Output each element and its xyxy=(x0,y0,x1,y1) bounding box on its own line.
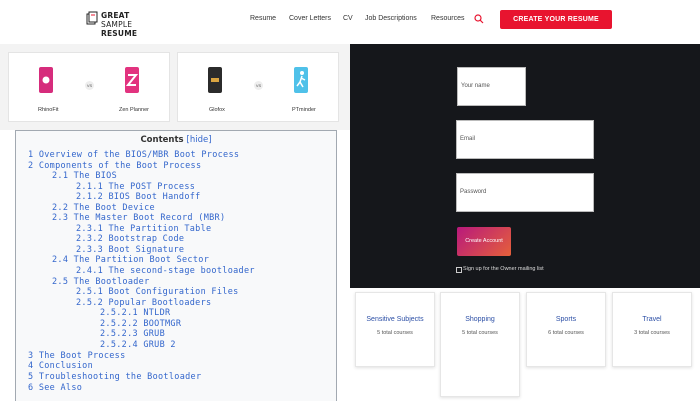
toc-item[interactable]: 3 The Boot Process xyxy=(28,351,126,361)
site-logo[interactable]: GREAT SAMPLE RESUME xyxy=(86,10,166,38)
toc-item[interactable]: 2 Components of the Boot Process xyxy=(28,161,201,171)
nav-resources[interactable]: Resources xyxy=(431,15,464,22)
zen-icon xyxy=(125,74,139,86)
comparison-right-name: PTminder xyxy=(292,107,316,113)
toc-heading: Contents [hide] xyxy=(16,135,336,145)
rhino-icon xyxy=(42,76,50,84)
glofox-logo xyxy=(208,67,222,93)
subject-title: Travel xyxy=(642,316,662,323)
create-resume-button[interactable]: CREATE YOUR RESUME xyxy=(500,10,612,29)
toc-item[interactable]: 2.5.2.2 BOOTMGR xyxy=(100,319,181,329)
logo-line2a: SAMPLE xyxy=(101,20,133,29)
subject-card-sports[interactable]: Sports 6 total courses xyxy=(526,292,606,367)
rhinofit-logo xyxy=(39,67,53,93)
comparison-right-name: Zen Planner xyxy=(119,107,149,113)
ptminder-logo xyxy=(294,67,308,93)
toc-item[interactable]: 2.3.2 Bootstrap Code xyxy=(76,234,184,244)
table-of-contents: Contents [hide] 1 Overview of the BIOS/M… xyxy=(15,130,337,401)
password-field[interactable]: Password xyxy=(456,173,594,212)
logo-text: GREAT SAMPLE RESUME xyxy=(101,11,166,38)
comparison-left-name: RhinoFit xyxy=(38,107,59,113)
toc-item[interactable]: 2.5.1 Boot Configuration Files xyxy=(76,287,239,297)
password-placeholder: Password xyxy=(460,189,487,195)
comparison-left-name: Glofox xyxy=(209,107,225,113)
toc-item[interactable]: 2.5.2.3 GRUB xyxy=(100,329,165,339)
toc-item[interactable]: 4 Conclusion xyxy=(28,361,93,371)
toc-title: Contents xyxy=(140,135,184,145)
toc-item[interactable]: 2.5.2 Popular Bootloaders xyxy=(76,298,211,308)
zenplanner-logo xyxy=(125,67,139,93)
subject-count: 3 total courses xyxy=(634,330,670,336)
toc-item[interactable]: 2.3.1 The Partition Table xyxy=(76,224,211,234)
toc-item[interactable]: 2.5.2.1 NTLDR xyxy=(100,308,170,318)
vs-badge: VS xyxy=(85,81,94,90)
glofox-icon xyxy=(211,78,219,82)
toc-hide-link[interactable]: [hide] xyxy=(187,135,212,145)
subject-title: Shopping xyxy=(465,316,495,323)
toc-item[interactable]: 2.1.1 The POST Process xyxy=(76,182,195,192)
subject-card-sensitive-subjects[interactable]: Sensitive Subjects 5 total courses xyxy=(355,292,435,367)
toc-item[interactable]: 2.3 The Master Boot Record (MBR) xyxy=(52,213,225,223)
vs-badge: VS xyxy=(254,81,263,90)
toc-item[interactable]: 2.2 The Boot Device xyxy=(52,203,155,213)
runner-icon xyxy=(296,71,306,88)
nav-job-descriptions[interactable]: Job Descriptions xyxy=(365,15,417,22)
subject-title: Sports xyxy=(555,316,577,323)
comparison-card[interactable]: VS RhinoFit Zen Planner xyxy=(8,52,170,122)
top-navigation: GREAT SAMPLE RESUME Resume Cover Letters… xyxy=(0,0,700,44)
toc-item[interactable]: 2.3.3 Boot Signature xyxy=(76,245,184,255)
create-account-button[interactable]: Create Account xyxy=(457,227,511,256)
nav-resume[interactable]: Resume xyxy=(250,15,276,22)
page-stack-icon xyxy=(86,11,98,25)
subject-count: 5 total courses xyxy=(462,330,498,336)
name-placeholder: Your name xyxy=(461,83,490,89)
search-icon[interactable] xyxy=(474,14,484,24)
name-field[interactable]: Your name xyxy=(457,67,526,106)
email-placeholder: Email xyxy=(460,136,476,142)
subject-count: 5 total courses xyxy=(377,330,413,336)
subject-count: 6 total courses xyxy=(548,330,584,336)
mailing-list-label: Sign up for the Owner mailing list xyxy=(463,266,544,272)
subject-title: Sensitive Subjects xyxy=(366,316,424,323)
mailing-list-checkbox[interactable] xyxy=(456,267,462,273)
comparison-card[interactable]: VS Glofox PTminder xyxy=(177,52,339,122)
toc-item[interactable]: 2.4.1 The second-stage bootloader xyxy=(76,266,255,276)
toc-item[interactable]: 1 Overview of the BIOS/MBR Boot Process xyxy=(28,150,239,160)
logo-line2b: RESUME xyxy=(101,29,138,38)
nav-cover-letters[interactable]: Cover Letters xyxy=(289,15,331,22)
nav-cv[interactable]: CV xyxy=(343,15,353,22)
subject-card-travel[interactable]: Travel 3 total courses xyxy=(612,292,692,367)
toc-item[interactable]: 2.5 The Bootloader xyxy=(52,277,150,287)
toc-item[interactable]: 2.4 The Partition Boot Sector xyxy=(52,255,209,265)
subject-card-shopping[interactable]: Shopping 5 total courses xyxy=(440,292,520,397)
toc-item[interactable]: 5 Troubleshooting the Bootloader xyxy=(28,372,201,382)
toc-item[interactable]: 2.1.2 BIOS Boot Handoff xyxy=(76,192,201,202)
toc-item[interactable]: 6 See Also xyxy=(28,383,82,393)
toc-item[interactable]: 2.1 The BIOS xyxy=(52,171,117,181)
logo-line1: GREAT xyxy=(101,11,130,20)
toc-item[interactable]: 2.5.2.4 GRUB 2 xyxy=(100,340,176,350)
email-field[interactable]: Email xyxy=(456,120,594,159)
